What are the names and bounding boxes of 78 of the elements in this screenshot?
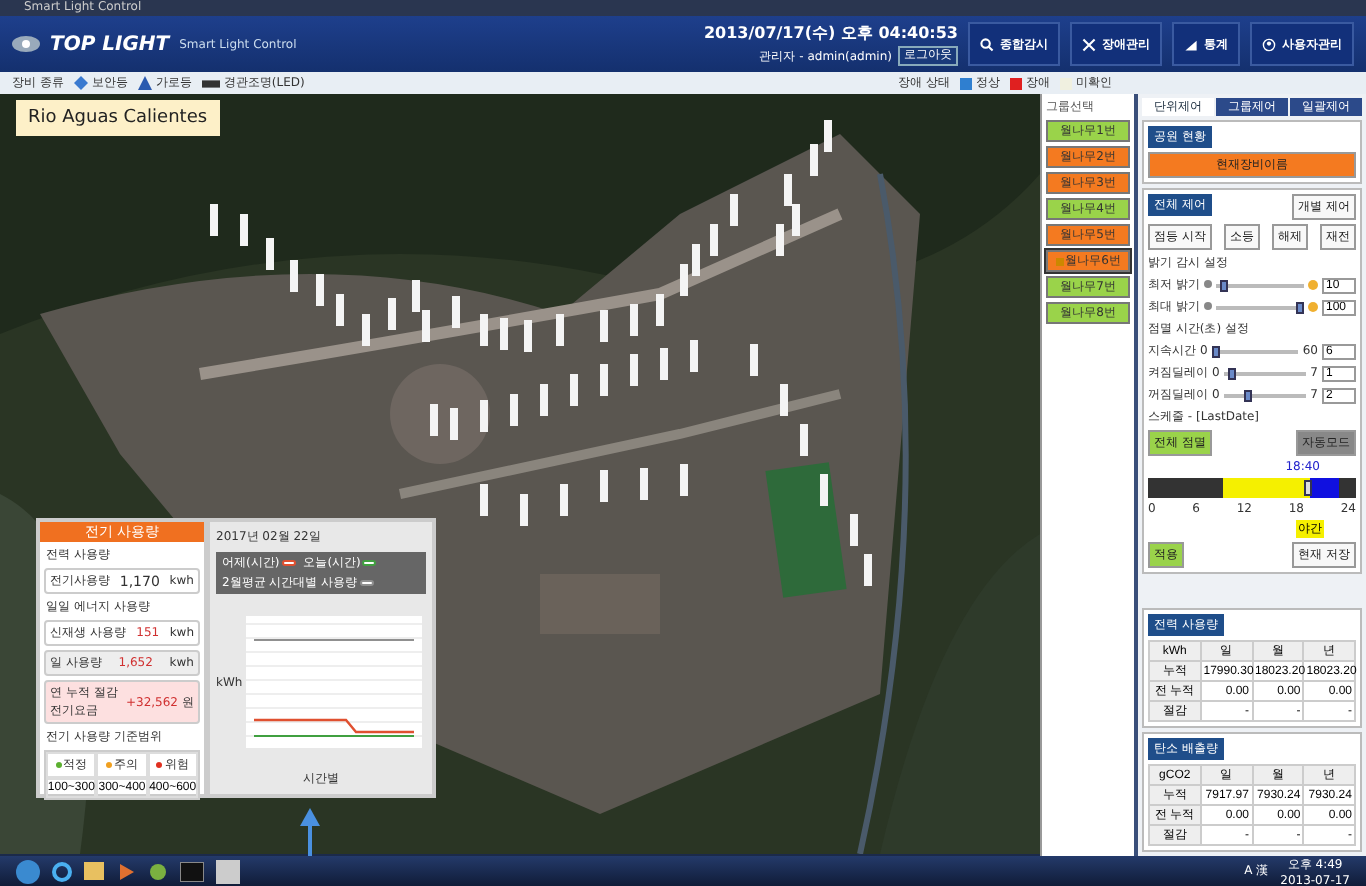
browser-icon[interactable]: [52, 861, 72, 881]
lamp-marker[interactable]: [240, 214, 248, 246]
triangle-icon: [137, 76, 152, 90]
logo-icon: [12, 34, 40, 54]
lamp-marker[interactable]: [412, 280, 420, 312]
lamp-marker[interactable]: [450, 408, 458, 440]
user-icon: [1262, 37, 1276, 51]
start-button[interactable]: [16, 859, 40, 883]
slider-thumb[interactable]: [1220, 279, 1229, 291]
lamp-marker[interactable]: [452, 296, 460, 328]
lamp-marker[interactable]: [792, 204, 800, 236]
lamp-marker[interactable]: [600, 364, 608, 396]
play-icon[interactable]: [116, 861, 136, 881]
schedule-bar-drawing[interactable]: [1148, 478, 1356, 498]
lamp-marker[interactable]: [784, 174, 792, 206]
lamp-marker[interactable]: [362, 314, 370, 346]
lamp-marker[interactable]: [864, 554, 872, 586]
lamp-marker[interactable]: [824, 120, 832, 152]
lamp-marker[interactable]: [480, 400, 488, 432]
lamp-marker[interactable]: [780, 384, 788, 416]
lamp-marker[interactable]: [210, 204, 218, 236]
slider-thumb[interactable]: [1227, 367, 1236, 379]
lamp-marker[interactable]: [776, 224, 784, 256]
lamp-marker[interactable]: [690, 340, 698, 372]
lamp-marker[interactable]: [290, 260, 298, 292]
lamp-marker[interactable]: [656, 294, 664, 326]
lamp-marker[interactable]: [422, 310, 430, 342]
lamp-marker[interactable]: [800, 424, 808, 456]
slider-thumb[interactable]: [1212, 345, 1220, 357]
lamp-marker[interactable]: [500, 318, 508, 350]
lamp-marker[interactable]: [560, 484, 568, 516]
lamp-marker[interactable]: [480, 484, 488, 516]
bulb-icon: [1203, 302, 1212, 312]
date-time: 2013/07/17(수) 오후 04:40:53: [703, 22, 958, 44]
cross-icon: [1082, 37, 1096, 51]
slider-thumb[interactable]: [1295, 301, 1304, 313]
lamp-marker[interactable]: [660, 348, 668, 380]
lamp-marker[interactable]: [730, 194, 738, 226]
lamp-marker[interactable]: [556, 314, 564, 346]
sun-icon: [1308, 280, 1318, 290]
lamp-marker[interactable]: [316, 274, 324, 306]
lamp-marker[interactable]: [540, 384, 548, 416]
lamp-marker[interactable]: [680, 264, 688, 296]
folder-icon[interactable]: [84, 862, 104, 880]
lamp-marker[interactable]: [266, 238, 274, 270]
diamond-icon: [73, 76, 88, 90]
lamp-marker[interactable]: [388, 298, 396, 330]
lamp-marker[interactable]: [630, 354, 638, 386]
lamp-marker[interactable]: [336, 294, 344, 326]
slider-thumb[interactable]: [1304, 480, 1313, 496]
app-icon[interactable]: [216, 859, 240, 883]
light-bar-icon: [201, 79, 220, 87]
lamp-marker[interactable]: [692, 244, 700, 276]
lamp-marker[interactable]: [750, 344, 758, 376]
lamp-marker[interactable]: [430, 404, 438, 436]
lamp-marker[interactable]: [524, 320, 532, 352]
lamp-marker[interactable]: [640, 468, 648, 500]
lamp-marker[interactable]: [600, 310, 608, 342]
sun-icon: [1308, 302, 1318, 312]
place-label: Rio Aguas Calientes: [16, 100, 220, 136]
lamp-marker[interactable]: [820, 474, 828, 506]
lamp-marker[interactable]: [570, 374, 578, 406]
lamp-marker[interactable]: [810, 144, 818, 176]
bulb-icon: [1203, 280, 1212, 290]
search-icon: [980, 37, 994, 51]
lamp-marker[interactable]: [630, 304, 638, 336]
lamp-marker[interactable]: [600, 470, 608, 502]
app-icon[interactable]: [148, 861, 168, 881]
lamp-marker[interactable]: [520, 494, 528, 526]
logo-text: TOP LIGHT: [50, 33, 170, 55]
lamp-marker[interactable]: [480, 314, 488, 346]
lamp-marker[interactable]: [710, 224, 718, 256]
terminal-icon[interactable]: [180, 861, 204, 881]
chart-icon: [1184, 37, 1198, 51]
lamp-marker[interactable]: [680, 464, 688, 496]
slider-thumb[interactable]: [1244, 389, 1253, 401]
lamp-marker[interactable]: [510, 394, 518, 426]
lamp-marker[interactable]: [850, 514, 858, 546]
